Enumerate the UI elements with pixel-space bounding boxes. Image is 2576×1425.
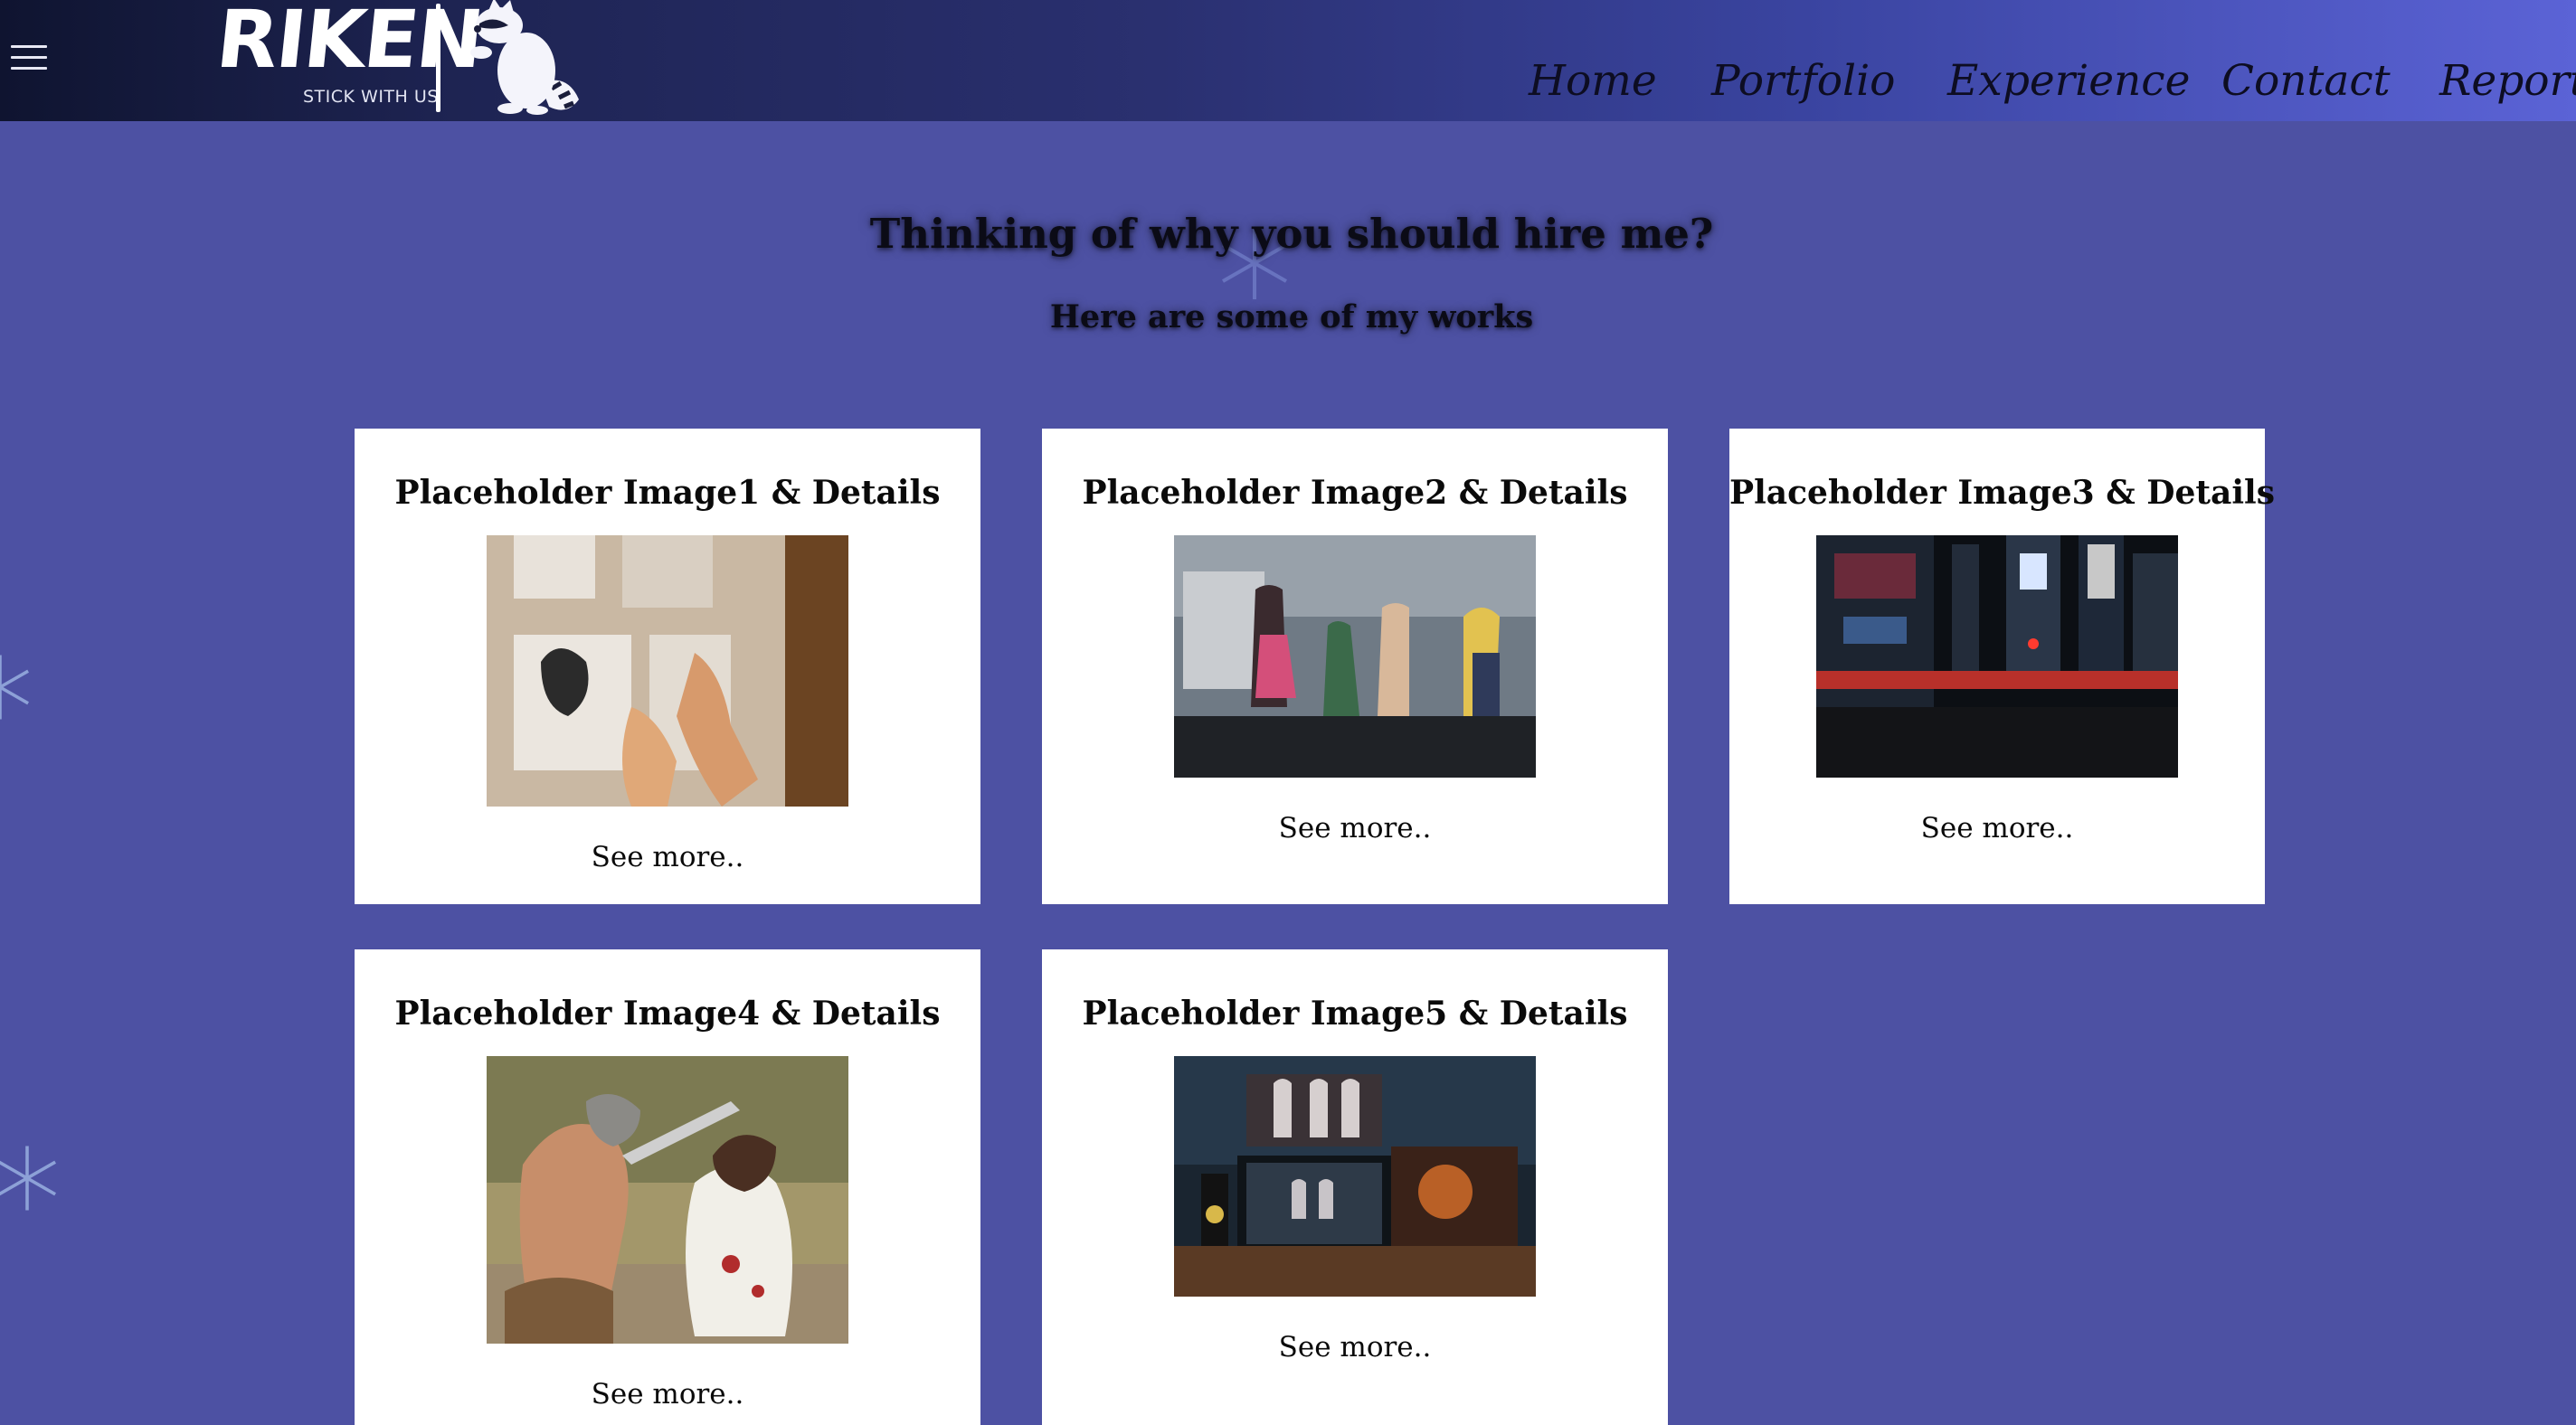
nav-report[interactable]: Report xyxy=(2439,60,2576,102)
nav-experience[interactable]: Experience xyxy=(1947,60,2190,102)
card-image[interactable] xyxy=(1174,535,1536,778)
portfolio-card: Placeholder Image4 & Details See more.. xyxy=(355,949,980,1425)
see-more-link[interactable]: See more.. xyxy=(1042,812,1668,845)
nav-contact[interactable]: Contact xyxy=(2221,60,2391,102)
portfolio-card: Placeholder Image5 & Details See more.. xyxy=(1042,949,1668,1425)
see-more-link[interactable]: See more.. xyxy=(355,841,980,873)
main-nav: Home Portfolio Experience Contact Report xyxy=(1492,60,2576,121)
card-image[interactable] xyxy=(487,1056,848,1344)
card-title: Placeholder Image5 & Details xyxy=(1082,995,1628,1033)
logo-text: RIKEN xyxy=(212,0,487,86)
card-image[interactable] xyxy=(1174,1056,1536,1297)
page-title: Thinking of why you should hire me? xyxy=(869,210,1714,258)
nav-home[interactable]: Home xyxy=(1529,60,1657,102)
snowflake-icon xyxy=(0,655,29,720)
see-more-link[interactable]: See more.. xyxy=(1729,812,2265,845)
logo-divider xyxy=(436,4,440,112)
page-subtitle: Here are some of my works xyxy=(1049,298,1534,335)
portfolio-card: Placeholder Image2 & Details See more.. xyxy=(1042,429,1668,904)
portfolio-card: Placeholder Image3 & Details See more.. xyxy=(1729,429,2275,904)
card-title: Placeholder Image1 & Details xyxy=(394,474,941,512)
raccoon-icon xyxy=(470,0,579,115)
see-more-link[interactable]: See more.. xyxy=(1042,1331,1668,1364)
card-image[interactable] xyxy=(1816,535,2178,778)
card-title: Placeholder Image2 & Details xyxy=(1082,474,1628,512)
site-header: RIKEN STICK WITH US Home Portfolio Exper… xyxy=(0,0,2576,121)
card-title: Placeholder Image3 & Details xyxy=(1729,474,2275,512)
hamburger-icon[interactable] xyxy=(11,45,47,71)
nav-portfolio[interactable]: Portfolio xyxy=(1711,60,1895,102)
card-image[interactable] xyxy=(487,535,848,807)
card-title: Placeholder Image4 & Details xyxy=(394,995,941,1033)
see-more-link[interactable]: See more.. xyxy=(355,1378,980,1411)
snowflake-icon xyxy=(0,1146,56,1211)
site-logo[interactable]: RIKEN STICK WITH US xyxy=(213,0,597,121)
logo-tagline: STICK WITH US xyxy=(303,87,439,107)
portfolio-card: Placeholder Image1 & Details See more.. xyxy=(355,429,980,904)
